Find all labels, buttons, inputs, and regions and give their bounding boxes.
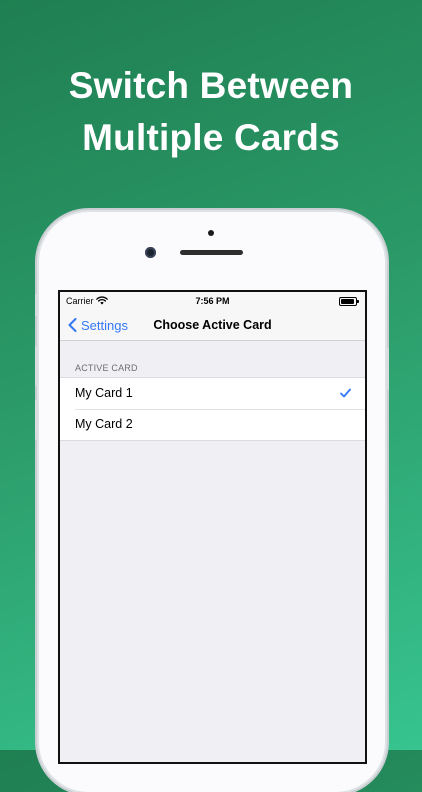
card-option-2[interactable]: My Card 2 [60, 409, 365, 440]
status-time: 7:56 PM [195, 296, 230, 306]
checkmark-icon [340, 388, 351, 398]
headline-line-1: Switch Between [68, 65, 354, 106]
earpiece-speaker [180, 250, 243, 255]
volume-down-button [35, 400, 38, 440]
proximity-sensor [208, 230, 214, 236]
promo-headline: Switch Between Multiple Cards [0, 60, 422, 164]
card-option-label: My Card 2 [75, 417, 133, 431]
power-button [386, 348, 389, 390]
battery-icon [339, 297, 359, 306]
volume-up-button [35, 346, 38, 386]
front-camera-icon [145, 247, 156, 258]
card-option-label: My Card 1 [75, 386, 133, 400]
status-bar: Carrier 7:56 PM [60, 292, 365, 310]
headline-line-2: Multiple Cards [82, 117, 340, 158]
navigation-bar: Settings Choose Active Card [60, 310, 365, 341]
silent-switch [35, 294, 38, 316]
phone-screen: Carrier 7:56 PM Settings Choose Active C… [58, 290, 367, 764]
card-list: My Card 1 My Card 2 [60, 377, 365, 441]
card-option-1[interactable]: My Card 1 [60, 378, 365, 409]
section-header: ACTIVE CARD [75, 363, 138, 373]
phone-frame: Carrier 7:56 PM Settings Choose Active C… [35, 212, 389, 792]
page-title: Choose Active Card [153, 318, 272, 332]
